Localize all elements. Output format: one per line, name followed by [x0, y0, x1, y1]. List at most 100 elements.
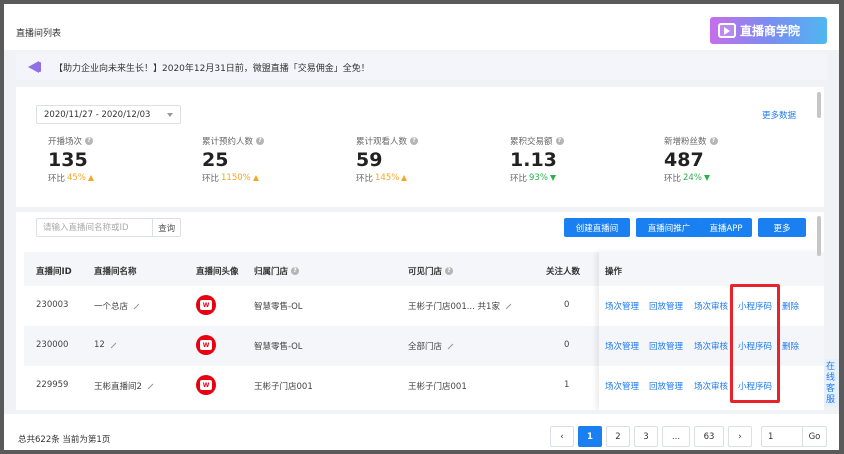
ratio-value: 93%	[529, 173, 548, 183]
scrollbar-thumb[interactable]	[817, 92, 821, 118]
date-range-select[interactable]: 2020/11/27 - 2020/12/03	[36, 105, 181, 124]
room-store: 智慧零售-OL	[254, 342, 303, 352]
page-63[interactable]: 63	[694, 426, 724, 447]
stat-label: 累计观看人数	[356, 137, 408, 147]
prev-page-button[interactable]: ‹	[550, 426, 574, 447]
notice-bar: 【助力企业向未来生长！】2020年12月31日前，微盟直播「交易佣金」全免！	[16, 54, 827, 80]
room-name: 王彬直播间2	[94, 380, 154, 392]
room-name-text: 12	[94, 340, 105, 350]
room-visible-store: 全部门店	[408, 340, 454, 352]
shop-logo-icon: W	[200, 340, 212, 350]
help-icon[interactable]: ?	[410, 137, 419, 145]
stat-label: 开播场次	[48, 137, 83, 147]
page-title: 直播间列表	[16, 29, 62, 39]
edit-icon[interactable]	[147, 383, 154, 389]
help-icon[interactable]: ?	[555, 137, 564, 145]
session-manage-link[interactable]: 场次管理	[605, 300, 639, 312]
page-jump: 1 Go	[761, 426, 827, 447]
ratio-value: 145%	[375, 173, 400, 183]
col-visible-store: 可见门店?	[408, 265, 454, 277]
scrollbar-thumb[interactable]	[817, 216, 821, 256]
playback-manage-link[interactable]: 回放管理	[649, 300, 683, 312]
room-followers: 0	[564, 300, 570, 310]
page-2[interactable]: 2	[606, 426, 630, 447]
help-icon[interactable]: ?	[445, 267, 454, 275]
session-review-link[interactable]: 场次审核	[694, 340, 728, 352]
delete-link[interactable]: 删除	[782, 300, 799, 312]
room-avatar: W	[196, 295, 216, 315]
page-1[interactable]: 1	[578, 426, 602, 447]
arrow-down-icon	[549, 175, 556, 181]
room-name: 12	[94, 340, 117, 350]
session-manage-link[interactable]: 场次管理	[605, 340, 639, 352]
stat-label: 累计预约人数	[202, 137, 254, 147]
col-ops: 操作	[605, 267, 623, 277]
search-input[interactable]	[37, 219, 153, 236]
stat-value: 59	[356, 149, 383, 171]
stat-value: 487	[664, 149, 704, 171]
page-3[interactable]: 3	[634, 426, 658, 447]
room-visible-store: 王彬子门店001... 共1家	[408, 300, 512, 312]
room-followers: 1	[564, 380, 570, 390]
session-manage-link[interactable]: 场次管理	[605, 380, 639, 392]
notice-text: 【助力企业向未来生长！】2020年12月31日前，微盟直播「交易佣金」全免！	[54, 63, 370, 74]
stats-panel: 2020/11/27 - 2020/12/03 更多数据 开播场次? 135 环…	[16, 87, 824, 207]
col-visible-label: 可见门店	[408, 267, 443, 277]
stat-transactions: 累积交易额? 1.13 环比 93%	[510, 135, 564, 184]
stat-label: 新增粉丝数	[664, 137, 707, 147]
delete-link[interactable]: 删除	[782, 340, 799, 352]
live-app-button[interactable]: 直播APP	[700, 218, 752, 237]
arrow-up-icon	[401, 175, 408, 181]
help-icon[interactable]: ?	[85, 137, 94, 145]
edit-icon[interactable]	[110, 342, 117, 348]
col-store: 归属门店?	[254, 265, 300, 277]
edit-icon[interactable]	[505, 303, 512, 309]
shop-logo-icon: W	[200, 380, 212, 390]
page-ellipsis[interactable]: ...	[662, 426, 690, 447]
help-icon[interactable]: ?	[256, 137, 265, 145]
more-data-link[interactable]: 更多数据	[762, 109, 796, 121]
ratio-value: 1150%	[221, 173, 251, 183]
room-id: 229959	[36, 380, 69, 390]
room-name: 一个总店	[94, 300, 140, 312]
col-id: 直播间ID	[36, 267, 72, 277]
search-box: 查询	[36, 218, 181, 237]
next-page-button[interactable]: ›	[728, 426, 752, 447]
ratio-value: 24%	[683, 173, 702, 183]
help-icon[interactable]: ?	[291, 267, 300, 275]
total-count: 总共622条 当前为第1页	[18, 435, 111, 445]
room-store: 智慧零售-OL	[254, 302, 303, 312]
help-icon[interactable]: ?	[709, 137, 718, 145]
arrow-up-icon	[252, 175, 259, 181]
edit-icon[interactable]	[447, 343, 454, 349]
edit-icon[interactable]	[133, 303, 140, 309]
promote-button[interactable]: 直播间推广	[636, 218, 702, 237]
session-review-link[interactable]: 场次审核	[694, 380, 728, 392]
more-button[interactable]: 更多	[758, 218, 806, 237]
date-range-value: 2020/11/27 - 2020/12/03	[44, 109, 151, 120]
ratio-label: 环比	[664, 174, 682, 184]
stat-label: 累积交易额	[510, 137, 553, 147]
go-button[interactable]: Go	[802, 427, 826, 446]
ratio-value: 45%	[67, 173, 86, 183]
playback-manage-link[interactable]: 回放管理	[649, 380, 683, 392]
session-review-link[interactable]: 场次审核	[694, 300, 728, 312]
highlight-box	[730, 284, 780, 403]
tv-play-icon	[718, 23, 736, 38]
room-visible-store: 王彬子门店001	[408, 382, 467, 392]
ratio-label: 环比	[48, 174, 66, 184]
visible-store-text: 王彬子门店001... 共1家	[408, 302, 500, 312]
stat-value: 1.13	[510, 149, 557, 171]
search-button[interactable]: 查询	[152, 219, 180, 236]
room-store: 王彬子门店001	[254, 382, 313, 392]
live-room-list-panel: 查询 创建直播间 直播间推广 直播APP 更多 直播间ID 直播间名称 直播间头…	[16, 212, 824, 410]
ops-row: 场次管理 回放管理 场次审核 小程序码	[599, 366, 824, 406]
ops-header: 操作	[599, 252, 824, 286]
col-avatar: 直播间头像	[196, 267, 239, 277]
page-jump-input[interactable]: 1	[762, 427, 802, 446]
live-academy-banner[interactable]: 直播商学院	[710, 17, 827, 44]
stat-viewers: 累计观看人数? 59 环比 145%	[356, 135, 419, 184]
online-service-tab[interactable]: 在线客服	[824, 359, 839, 407]
create-live-room-button[interactable]: 创建直播间	[564, 218, 630, 237]
playback-manage-link[interactable]: 回放管理	[649, 340, 683, 352]
